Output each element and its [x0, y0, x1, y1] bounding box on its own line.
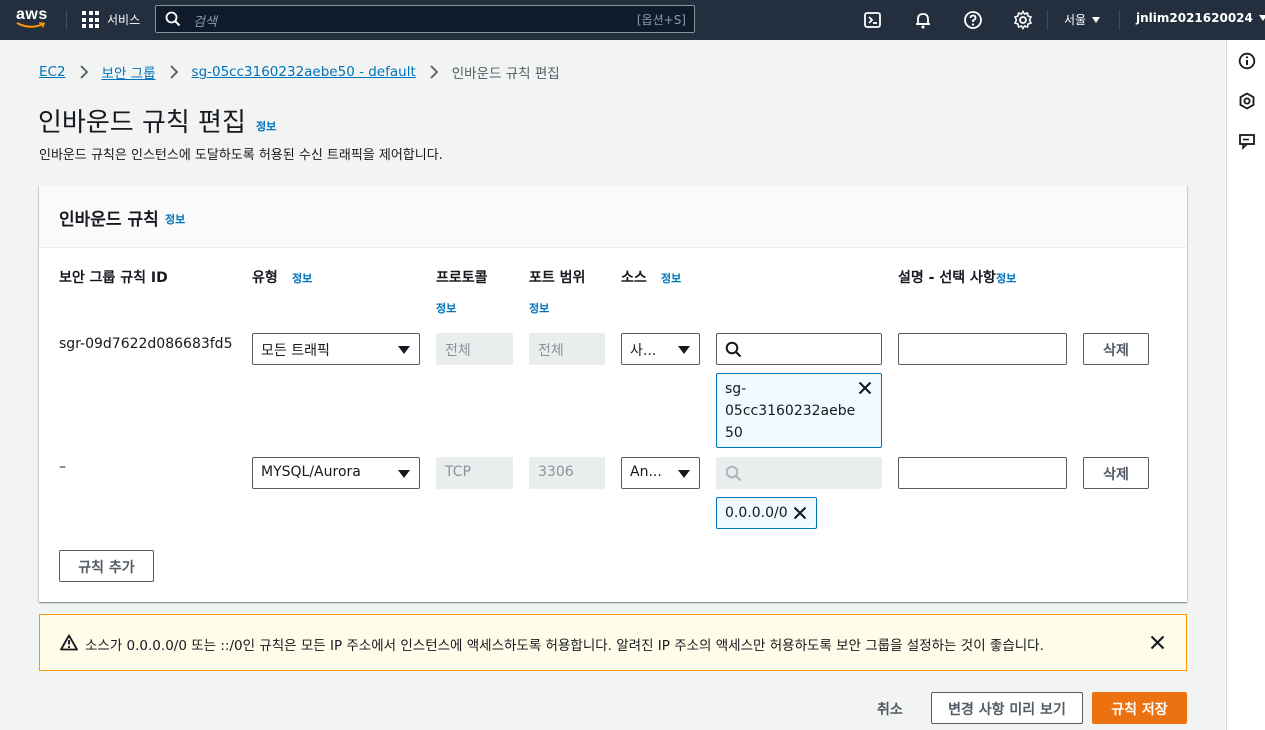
- caret-down-icon: [398, 346, 410, 354]
- close-icon[interactable]: [858, 381, 872, 395]
- column-header-source: 소스: [621, 270, 647, 286]
- protocol-field: 전체: [436, 333, 513, 365]
- chevron-down-icon: [1092, 16, 1101, 23]
- nav-divider: [1119, 10, 1120, 30]
- search-icon: [165, 11, 181, 27]
- services-label: 서비스: [107, 13, 141, 27]
- search-placeholder: 검색: [193, 15, 217, 30]
- close-icon[interactable]: [1150, 635, 1165, 650]
- breadcrumb-current: 인바운드 규칙 편집: [451, 66, 560, 82]
- type-select[interactable]: 모든 트래픽: [252, 333, 420, 365]
- notifications-bell-icon[interactable]: [913, 10, 933, 30]
- port-range-field: 3306: [529, 457, 605, 489]
- source-token-label: 0.0.0.0/0: [725, 505, 788, 521]
- column-header-port-range: 포트 범위: [529, 270, 586, 286]
- delete-rule-button[interactable]: 삭제: [1083, 333, 1149, 365]
- page-title: 인바운드 규칙 편집: [38, 108, 246, 138]
- column-header-protocol: 프로토콜: [436, 270, 488, 286]
- search-icon: [725, 465, 742, 482]
- region-label: 서울: [1064, 13, 1087, 27]
- search-shortcut: [옵션+S]: [636, 13, 686, 27]
- type-select-value: 모든 트래픽: [261, 343, 330, 359]
- feedback-icon[interactable]: [1238, 132, 1256, 150]
- source-type-value: An...: [630, 464, 662, 480]
- port-range-field: 전체: [529, 333, 605, 365]
- caret-down-icon: [678, 470, 690, 478]
- utility-rail: [1226, 40, 1265, 730]
- protocol-info-link[interactable]: 정보: [436, 300, 456, 316]
- page-description: 인바운드 규칙은 인스턴스에 도달하도록 허용된 수신 트래픽을 제어합니다.: [39, 148, 443, 163]
- panel-info-link[interactable]: 정보: [165, 211, 185, 227]
- caret-down-icon: [678, 346, 690, 354]
- panel-header: 인바운드 규칙 정보: [39, 185, 1187, 248]
- source-search-input: [716, 457, 882, 489]
- page-info-link[interactable]: 정보: [256, 118, 276, 134]
- chevron-right-icon: [430, 65, 439, 79]
- info-icon[interactable]: [1238, 52, 1256, 70]
- settings-gear-icon[interactable]: [1013, 10, 1033, 30]
- description-info-link[interactable]: 정보: [996, 270, 1016, 286]
- aws-logo[interactable]: aws: [16, 7, 50, 33]
- close-icon[interactable]: [793, 506, 807, 520]
- search-input[interactable]: 검색 [옵션+S]: [155, 5, 695, 33]
- column-header-description: 설명 - 선택 사항: [898, 270, 996, 286]
- port-range-info-link[interactable]: 정보: [529, 300, 549, 316]
- protocol-field: TCP: [436, 457, 513, 489]
- nav-divider: [1047, 10, 1048, 30]
- source-type-value: 사...: [630, 343, 657, 359]
- caret-down-icon: [398, 470, 410, 478]
- column-header-rule-id: 보안 그룹 규칙 ID: [59, 270, 168, 286]
- rule-id: sgr-09d7622d086683fd5: [59, 336, 233, 352]
- account-name: jnlim2021620024: [1136, 11, 1253, 25]
- source-token: sg- 05cc3160232aebe 50: [716, 373, 882, 448]
- source-info-link[interactable]: 정보: [661, 270, 681, 286]
- panel-title: 인바운드 규칙: [59, 210, 159, 230]
- account-menu[interactable]: jnlim2021620024: [1136, 11, 1265, 25]
- services-menu-button[interactable]: 서비스: [82, 11, 140, 28]
- description-input[interactable]: [898, 457, 1067, 489]
- nav-divider: [66, 10, 67, 30]
- source-search-input[interactable]: [716, 333, 882, 365]
- aws-smile-icon: [16, 22, 46, 28]
- warning-icon: [60, 634, 78, 651]
- warning-message: 소스가 0.0.0.0/0 또는 ::/0인 규칙은 모든 IP 주소에서 인스…: [85, 638, 1044, 654]
- hexagon-icon[interactable]: [1238, 92, 1256, 110]
- grid-icon: [82, 11, 99, 28]
- breadcrumb: EC2 보안 그룹 sg-05cc3160232aebe50 - default…: [39, 62, 560, 82]
- chevron-right-icon: [169, 65, 178, 79]
- source-type-select[interactable]: An...: [621, 457, 700, 489]
- chevron-right-icon: [79, 65, 88, 79]
- description-input[interactable]: [898, 333, 1067, 365]
- cloudshell-icon[interactable]: [863, 10, 883, 30]
- type-select[interactable]: MYSQL/Aurora: [252, 457, 420, 489]
- add-rule-button[interactable]: 규칙 추가: [59, 550, 154, 582]
- type-select-value: MYSQL/Aurora: [261, 464, 361, 480]
- cancel-button[interactable]: 취소: [877, 699, 903, 719]
- top-navigation: aws 서비스 검색 [옵션+S] 서울 jnlim2021620024: [0, 0, 1265, 40]
- warning-alert: 소스가 0.0.0.0/0 또는 ::/0인 규칙은 모든 IP 주소에서 인스…: [39, 614, 1187, 671]
- breadcrumb-security-groups[interactable]: 보안 그룹: [102, 62, 156, 82]
- aws-logo-text: aws: [16, 6, 48, 23]
- delete-rule-button[interactable]: 삭제: [1083, 457, 1149, 489]
- column-header-type: 유형: [252, 270, 278, 286]
- source-token-label: sg- 05cc3160232aebe 50: [725, 381, 856, 441]
- search-icon: [725, 341, 742, 358]
- preview-changes-button[interactable]: 변경 사항 미리 보기: [931, 692, 1083, 724]
- region-selector[interactable]: 서울: [1064, 11, 1101, 28]
- source-type-select[interactable]: 사...: [621, 333, 700, 365]
- breadcrumb-security-group[interactable]: sg-05cc3160232aebe50 - default: [192, 64, 416, 80]
- chevron-down-icon: [1258, 15, 1265, 21]
- help-icon[interactable]: [963, 10, 983, 30]
- source-token: 0.0.0.0/0: [716, 497, 817, 529]
- save-rules-button[interactable]: 규칙 저장: [1092, 692, 1187, 724]
- inbound-rules-panel: 인바운드 규칙 정보 보안 그룹 규칙 ID 유형 정보 프로토콜 정보 포트 …: [39, 185, 1187, 602]
- rule-id: –: [59, 459, 66, 475]
- type-info-link[interactable]: 정보: [292, 270, 312, 286]
- breadcrumb-ec2[interactable]: EC2: [39, 64, 66, 80]
